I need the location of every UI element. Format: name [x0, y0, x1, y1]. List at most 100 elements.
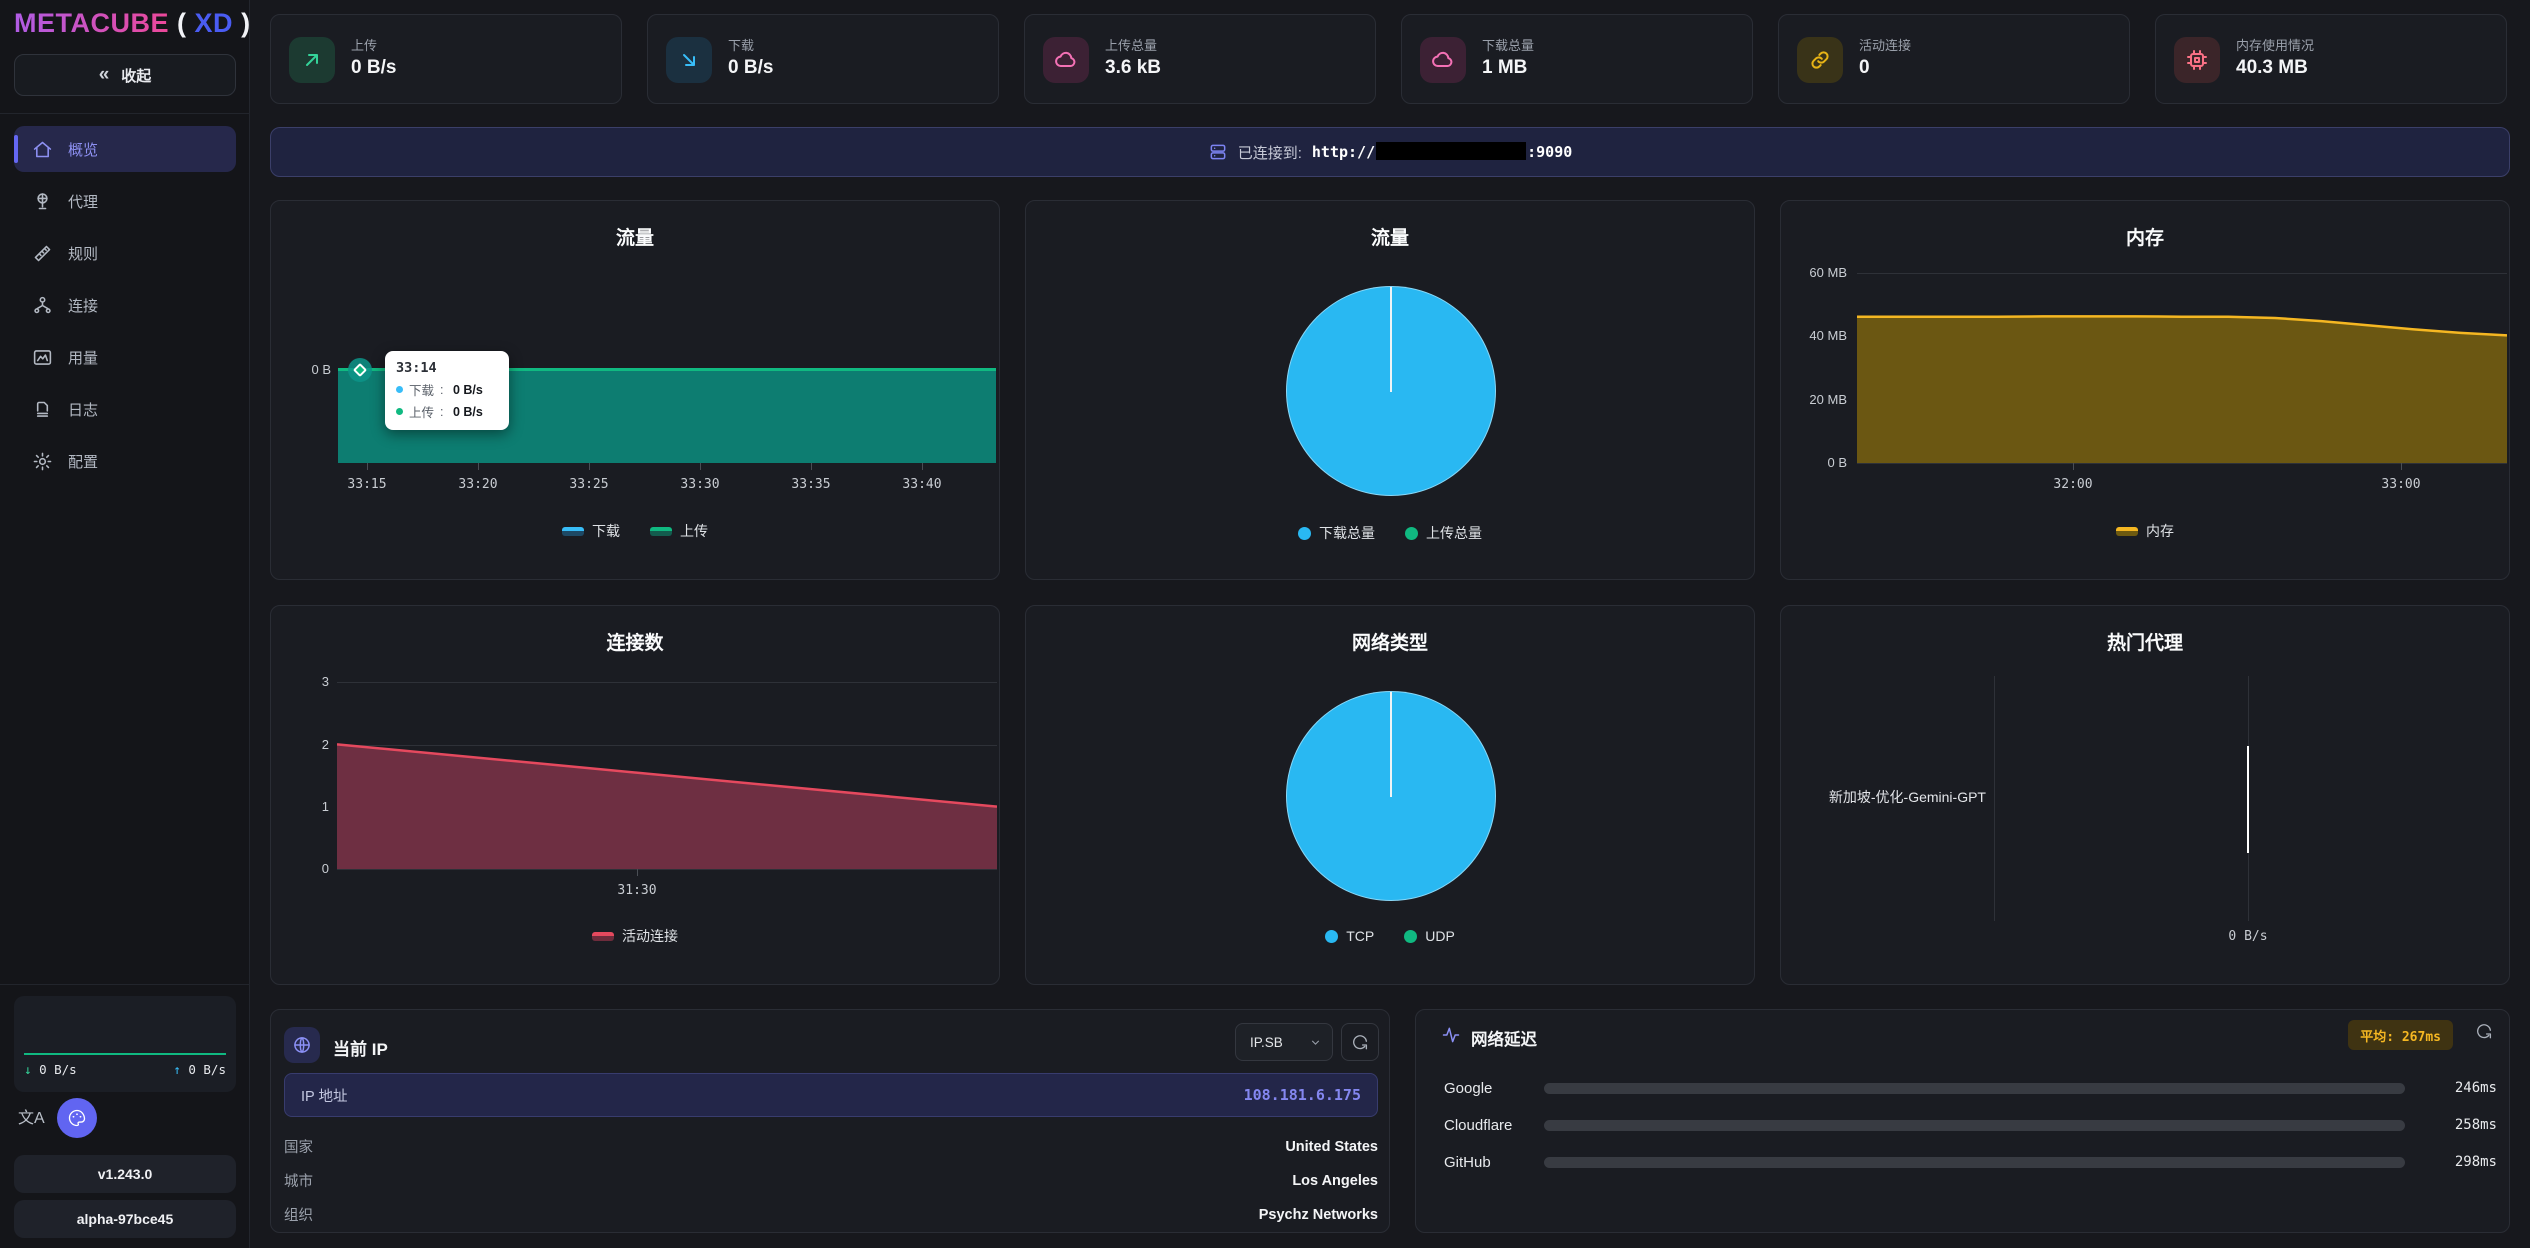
x-axis-tick: 33:25: [557, 477, 621, 492]
legend-memory[interactable]: 内存: [2116, 521, 2174, 541]
stat-value: 0 B/s: [351, 57, 396, 79]
network-type-pie[interactable]: [1286, 691, 1496, 901]
latency-bar-track: [1544, 1157, 2405, 1168]
latency-refresh-button[interactable]: [2475, 1022, 2493, 1045]
legend-upload[interactable]: 上传: [650, 521, 708, 541]
memory-area-series[interactable]: [1857, 273, 2507, 463]
theme-palette-button[interactable]: [57, 1098, 97, 1138]
gear-icon: [32, 451, 53, 472]
sidebar-item-connections[interactable]: 连接: [14, 282, 236, 328]
ip-value: 108.181.6.175: [1244, 1086, 1361, 1104]
link-icon: [1797, 37, 1843, 83]
x-axis-tick: 32:00: [2041, 477, 2105, 492]
sidebar-collapse-button[interactable]: « 收起: [14, 54, 236, 96]
legend-upload-total[interactable]: 上传总量: [1405, 523, 1482, 543]
activity-pulse-icon: [1441, 1025, 1461, 1050]
tick-mark: [589, 463, 590, 470]
sidebar-item-config[interactable]: 配置: [14, 438, 236, 484]
connections-chart-card: 连接数 3 2 1 0 31:30 活动连接: [270, 605, 1000, 985]
arrow-up-icon: ↑: [173, 1062, 181, 1077]
connections-area-series[interactable]: [337, 682, 997, 869]
collapse-label: 收起: [121, 65, 151, 86]
sidebar-item-logs[interactable]: 日志: [14, 386, 236, 432]
connected-banner: 已连接到: http://:9090: [270, 127, 2510, 177]
traffic-pie[interactable]: [1286, 286, 1496, 496]
chart-title: 流量: [1026, 223, 1754, 250]
card-title: 当前 IP: [333, 1035, 388, 1060]
sidebar-item-label: 概览: [68, 139, 98, 160]
sidebar-item-label: 规则: [68, 243, 98, 264]
legend-dot-icon: [1298, 527, 1311, 540]
x-axis-tick: 0 B/s: [2216, 929, 2280, 944]
tick-mark: [700, 463, 701, 470]
sidebar-item-usage[interactable]: 用量: [14, 334, 236, 380]
y-axis-tick: 20 MB: [1789, 392, 1847, 407]
stat-value: 3.6 kB: [1105, 57, 1161, 79]
cloud-icon: [1420, 37, 1466, 83]
legend-udp[interactable]: UDP: [1404, 928, 1455, 944]
stat-label: 活动连接: [1859, 35, 1911, 54]
latency-row-github: GitHub 298ms: [1444, 1150, 2497, 1174]
axis-line: [1994, 676, 1995, 921]
divider: [0, 113, 250, 114]
download-speed: ↓ 0 B/s: [24, 1062, 77, 1077]
ip-refresh-button[interactable]: [1341, 1023, 1379, 1061]
ruler-icon: [32, 243, 53, 264]
latency-row-google: Google 246ms: [1444, 1076, 2497, 1100]
legend-tcp[interactable]: TCP: [1325, 928, 1374, 944]
legend-chip-icon: [562, 527, 584, 536]
y-axis-tick: 0: [279, 861, 329, 876]
version-button[interactable]: v1.243.0: [14, 1155, 236, 1193]
y-axis-tick: 3: [279, 674, 329, 689]
sidebar-item-proxies[interactable]: 代理: [14, 178, 236, 224]
mini-chart-line: [24, 1053, 226, 1055]
chart-tooltip: 33:14 下载: 0 B/s 上传: 0 B/s: [385, 351, 509, 430]
stat-value: 0 B/s: [728, 57, 773, 79]
build-button[interactable]: alpha-97bce45: [14, 1200, 236, 1238]
stat-value: 40.3 MB: [2236, 57, 2308, 79]
stat-card-download: 下载 0 B/s: [647, 14, 999, 104]
sidebar-item-label: 日志: [68, 399, 98, 420]
sidebar-item-label: 用量: [68, 347, 98, 368]
globe-stand-icon: [32, 191, 53, 212]
memory-chart-card: 内存 60 MB 40 MB 20 MB 0 B 32:00 33:00 内存: [1780, 200, 2510, 580]
sidebar-item-overview[interactable]: 概览: [14, 126, 236, 172]
chart-title: 网络类型: [1026, 628, 1754, 655]
ip-label: IP 地址: [301, 1085, 347, 1106]
stat-value: 1 MB: [1482, 57, 1527, 79]
divider: [0, 984, 250, 985]
pie-slice-divider: [1390, 692, 1392, 797]
arrow-up-right-icon: [289, 37, 335, 83]
network-icon: [32, 295, 53, 316]
server-icon: [1208, 142, 1228, 162]
org-row: 组织Psychz Networks: [284, 1204, 1378, 1225]
sidebar-item-rules[interactable]: 规则: [14, 230, 236, 276]
palette-icon: [67, 1108, 87, 1128]
app-logo: METACUBE ( XD ): [14, 8, 251, 39]
y-axis-tick: 40 MB: [1789, 328, 1847, 343]
y-axis-tick: 60 MB: [1789, 265, 1847, 280]
chart-title: 连接数: [271, 628, 999, 655]
city-row: 城市Los Angeles: [284, 1170, 1378, 1191]
globe-icon: [284, 1027, 320, 1063]
stat-label: 上传: [351, 35, 377, 54]
legend-dot-icon: [1325, 930, 1338, 943]
legend-download[interactable]: 下载: [562, 521, 620, 541]
language-icon[interactable]: 文A: [18, 1104, 45, 1128]
double-chevron-left-icon: «: [99, 64, 110, 86]
stat-card-memory: 内存使用情况 40.3 MB: [2155, 14, 2507, 104]
document-icon: [32, 399, 53, 420]
proxy-category-label: 新加坡-优化-Gemini-GPT: [1796, 787, 1986, 807]
ip-provider-select[interactable]: IP.SB: [1235, 1023, 1333, 1061]
chart-title: 内存: [1781, 223, 2509, 250]
traffic-line-card: 流量 0 B 33:15 33:20 33:25 33:30 33:35 33:…: [270, 200, 1000, 580]
ip-address-row: IP 地址 108.181.6.175: [284, 1073, 1378, 1117]
redacted-host: [1376, 142, 1526, 160]
cpu-icon: [2174, 37, 2220, 83]
legend-active-connections[interactable]: 活动连接: [592, 926, 678, 946]
legend-download-total[interactable]: 下载总量: [1298, 523, 1375, 543]
legend-chip-icon: [650, 527, 672, 536]
connected-url: http://:9090: [1312, 142, 1572, 163]
area-chart-icon: [32, 347, 53, 368]
gridline: [1857, 463, 2507, 464]
